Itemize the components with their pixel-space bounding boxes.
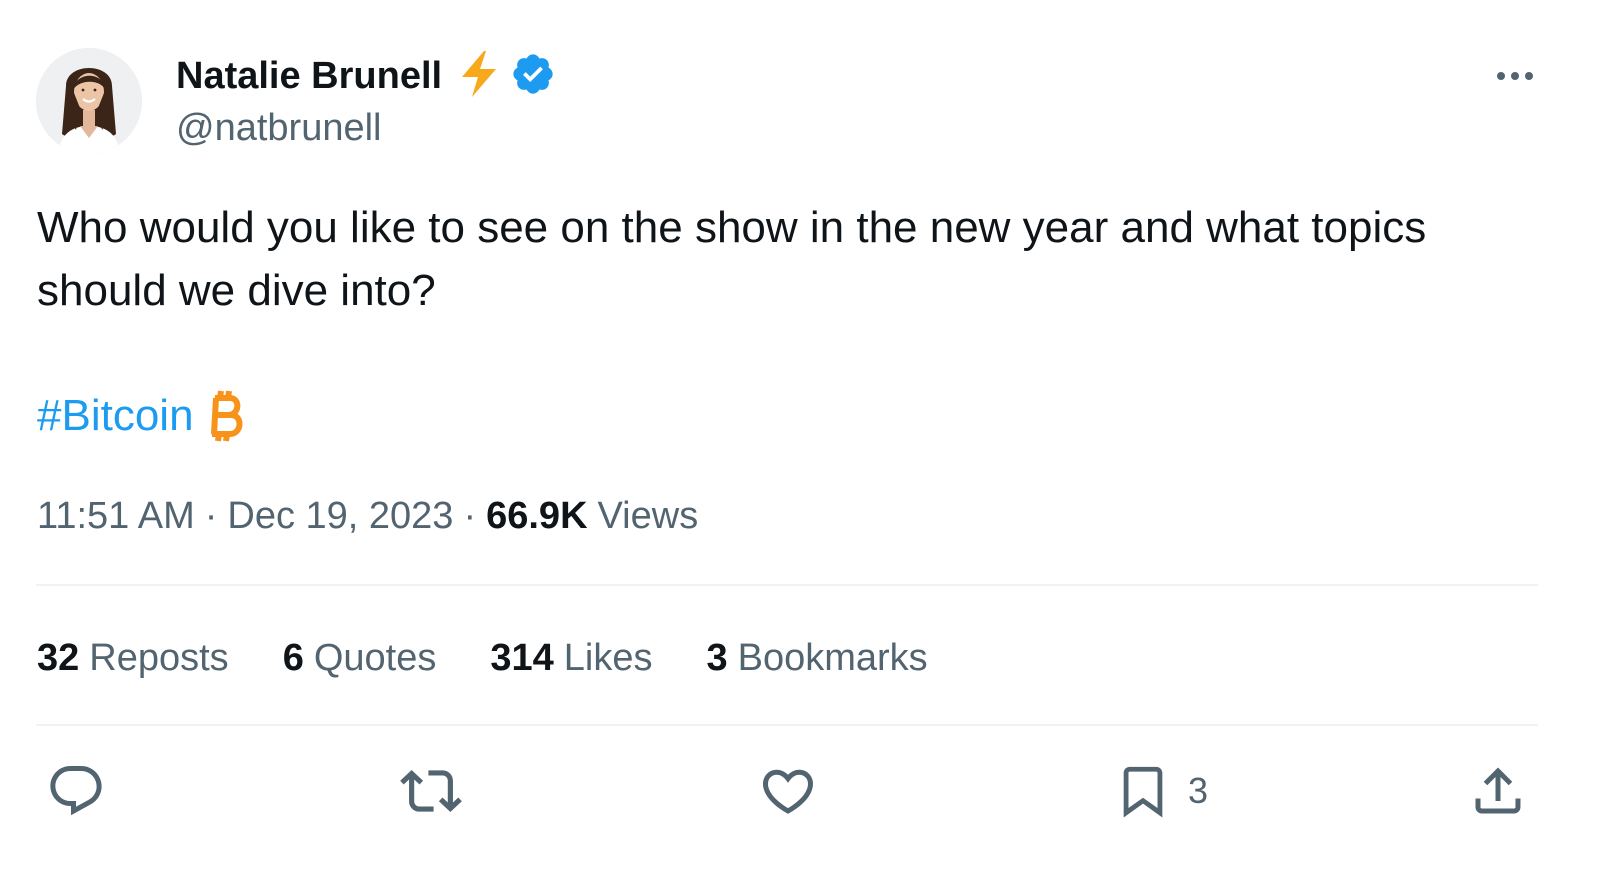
- stat-bookmarks[interactable]: 3 Bookmarks: [706, 632, 927, 684]
- lightning-bolt-icon: [456, 49, 502, 104]
- tweet-time[interactable]: 11:51 AM: [37, 490, 195, 542]
- bookmark-icon: [1123, 766, 1163, 818]
- tweet-text: Who would you like to see on the show in…: [37, 203, 1427, 315]
- tweet-detail: Natalie Brunell @natbrunell Who would yo: [0, 0, 1600, 870]
- views-label: Views: [597, 495, 699, 537]
- stat-quotes[interactable]: 6 Quotes: [283, 632, 437, 684]
- hashtag-row: #Bitcoin: [37, 384, 248, 447]
- stat-label: Likes: [563, 637, 653, 679]
- repost-icon: [400, 770, 462, 812]
- reply-button[interactable]: [46, 760, 106, 822]
- share-button[interactable]: [1468, 760, 1528, 822]
- stat-reposts[interactable]: 32 Reposts: [37, 632, 229, 684]
- meta-separator: ·: [463, 495, 477, 537]
- stat-count: 32: [37, 637, 80, 679]
- bookmark-button[interactable]: 3: [1114, 760, 1208, 822]
- stat-label: Reposts: [89, 637, 229, 679]
- bookmark-count: 3: [1188, 770, 1209, 811]
- avatar-photo: [36, 48, 142, 154]
- tweet-date[interactable]: Dec 19, 2023: [227, 490, 453, 542]
- stat-count: 6: [282, 637, 304, 679]
- author-handle[interactable]: @natbrunell: [176, 104, 381, 152]
- hashtag-link[interactable]: #Bitcoin: [37, 384, 194, 447]
- bitcoin-icon: [204, 388, 248, 444]
- engagement-stats: 32 Reposts 6 Quotes 314 Likes 3 Bookmarks: [37, 632, 982, 684]
- stat-label: Quotes: [313, 637, 437, 679]
- share-icon: [1475, 767, 1521, 814]
- stat-count: 3: [706, 637, 728, 679]
- views-count: 66.9K: [486, 495, 588, 537]
- more-options-icon: [1497, 72, 1533, 80]
- stat-count: 314: [490, 637, 554, 679]
- divider: [36, 584, 1538, 586]
- name-badges: [456, 49, 556, 104]
- tweet-meta: 11:51 AM · Dec 19, 2023 · 66.9K Views: [37, 490, 698, 542]
- stat-label: Bookmarks: [737, 637, 928, 679]
- meta-separator: ·: [204, 495, 218, 537]
- repost-button[interactable]: [400, 760, 462, 822]
- author-name-row[interactable]: Natalie Brunell: [176, 50, 556, 100]
- stat-likes[interactable]: 314 Likes: [490, 632, 652, 684]
- divider: [36, 724, 1538, 726]
- like-button[interactable]: [758, 760, 818, 822]
- verified-badge-icon[interactable]: [510, 51, 556, 102]
- avatar[interactable]: [36, 48, 142, 154]
- more-options-button[interactable]: [1490, 56, 1540, 96]
- reply-icon: [50, 766, 102, 816]
- like-icon: [762, 769, 814, 814]
- author-name[interactable]: Natalie Brunell: [176, 52, 442, 100]
